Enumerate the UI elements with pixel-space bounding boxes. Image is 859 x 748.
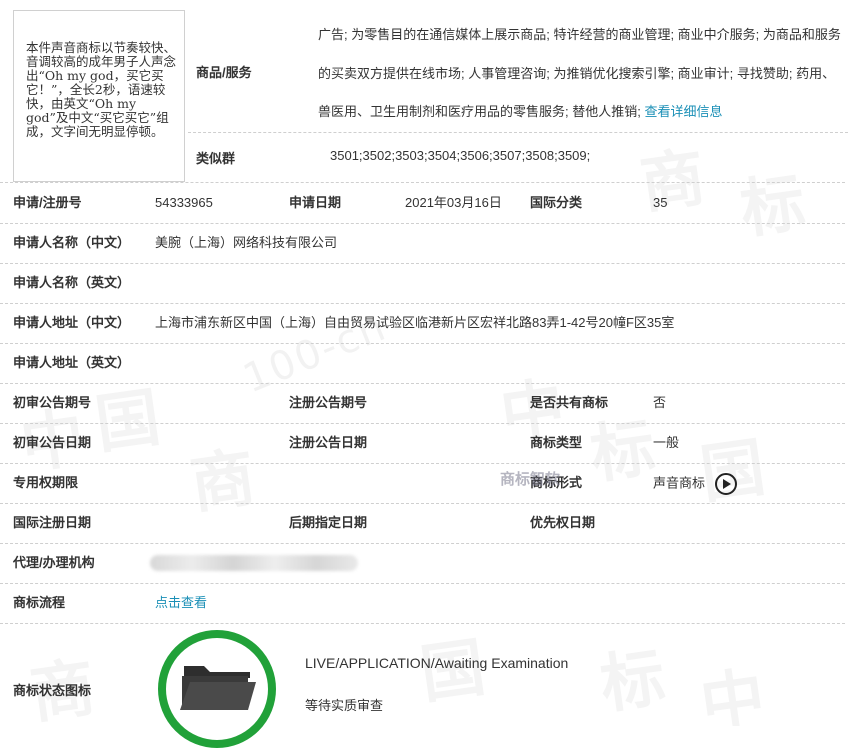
status-icon-label: 商标状态图标 bbox=[13, 683, 92, 698]
applicant-cn-value: 美腕（上海）网络科技有限公司 bbox=[155, 235, 338, 250]
shared-label: 是否共有商标 bbox=[530, 395, 609, 410]
later-date-label: 后期指定日期 bbox=[289, 515, 368, 530]
exclusive-period-label: 专用权期限 bbox=[13, 475, 79, 490]
prelim-date-label: 初审公告日期 bbox=[13, 435, 92, 450]
row-address-cn: 申请人地址（中文） 上海市浦东新区中国（上海）自由贸易试验区临港新片区宏祥北路8… bbox=[0, 303, 845, 344]
address-cn-label: 申请人地址（中文） bbox=[13, 315, 131, 330]
row-process: 商标流程 点击查看 bbox=[0, 583, 845, 624]
reg-no-label: 申请/注册号 bbox=[13, 195, 82, 210]
intl-class-label: 国际分类 bbox=[530, 195, 583, 210]
divider bbox=[188, 132, 848, 133]
goods-label: 商品/服务 bbox=[196, 65, 252, 80]
view-details-link[interactable]: 查看详细信息 bbox=[644, 104, 722, 119]
goods-text: 广告; 为零售目的在通信媒体上展示商品; 特许经营的商业管理; 商业中介服务; … bbox=[318, 16, 848, 132]
applicant-cn-label: 申请人名称（中文） bbox=[13, 235, 131, 250]
applicant-en-label: 申请人名称（英文） bbox=[13, 275, 131, 290]
logo-watermark: 商标智软 bbox=[500, 471, 561, 488]
reg-pub-no-label: 注册公告期号 bbox=[289, 395, 368, 410]
prelim-no-label: 初审公告期号 bbox=[13, 395, 92, 410]
address-en-label: 申请人地址（英文） bbox=[13, 355, 131, 370]
similar-group-value: 3501;3502;3503;3504;3506;3507;3508;3509; bbox=[330, 148, 591, 163]
row-applicant-cn: 申请人名称（中文） 美腕（上海）网络科技有限公司 bbox=[0, 223, 845, 264]
tm-form-value-wrap: 声音商标 bbox=[653, 473, 737, 495]
app-date-label: 申请日期 bbox=[289, 195, 342, 210]
priority-date-label: 优先权日期 bbox=[530, 515, 596, 530]
process-view-link[interactable]: 点击查看 bbox=[155, 595, 207, 611]
row-address-en: 申请人地址（英文） bbox=[0, 343, 845, 384]
similar-group-label: 类似群 bbox=[196, 151, 236, 166]
tm-type-value: 一般 bbox=[653, 435, 680, 450]
status-english: LIVE/APPLICATION/Awaiting Examination bbox=[305, 655, 569, 671]
row-intl-reg-date: 国际注册日期 后期指定日期 优先权日期 bbox=[0, 503, 845, 544]
address-cn-value: 上海市浦东新区中国（上海）自由贸易试验区临港新片区宏祥北路83弄1-42号20幢… bbox=[155, 315, 675, 330]
row-prelim-no: 初审公告期号 注册公告期号 是否共有商标 否 bbox=[0, 383, 845, 424]
play-circle-icon[interactable] bbox=[714, 473, 737, 495]
tm-type-label: 商标类型 bbox=[530, 435, 583, 450]
row-applicant-en: 申请人名称（英文） bbox=[0, 263, 845, 304]
intl-reg-date-label: 国际注册日期 bbox=[13, 515, 92, 530]
watermark-glyph: 标 bbox=[594, 626, 670, 726]
status-chinese: 等待实质审查 bbox=[305, 698, 384, 713]
folder-icon bbox=[180, 666, 256, 710]
app-date-value: 2021年03月16日 bbox=[405, 195, 502, 210]
row-prelim-date: 初审公告日期 注册公告日期 商标类型 一般 bbox=[0, 423, 845, 464]
agent-label: 代理/办理机构 bbox=[13, 555, 95, 570]
row-reg-no: 申请/注册号 54333965 申请日期 2021年03月16日 国际分类 35 bbox=[0, 183, 845, 224]
goods-list: 广告; 为零售目的在通信媒体上展示商品; 特许经营的商业管理; 商业中介服务; … bbox=[318, 27, 841, 119]
tm-form-value: 声音商标 bbox=[653, 475, 706, 491]
reg-pub-date-label: 注册公告日期 bbox=[289, 435, 368, 450]
row-exclusive-period: 专用权期限 商标形式 声音商标 bbox=[0, 463, 845, 504]
shared-value: 否 bbox=[653, 395, 667, 410]
agent-redacted bbox=[150, 555, 358, 571]
process-label: 商标流程 bbox=[13, 595, 66, 610]
reg-no-value: 54333965 bbox=[155, 195, 213, 210]
watermark-glyph: 中 bbox=[694, 646, 770, 726]
intl-class-value: 35 bbox=[653, 195, 668, 210]
sound-mark-description: 本件声音商标以节奏较快、音调较高的成年男子人声念出“Oh my god，买它买它… bbox=[13, 10, 185, 182]
row-agent: 代理/办理机构 bbox=[0, 543, 845, 584]
